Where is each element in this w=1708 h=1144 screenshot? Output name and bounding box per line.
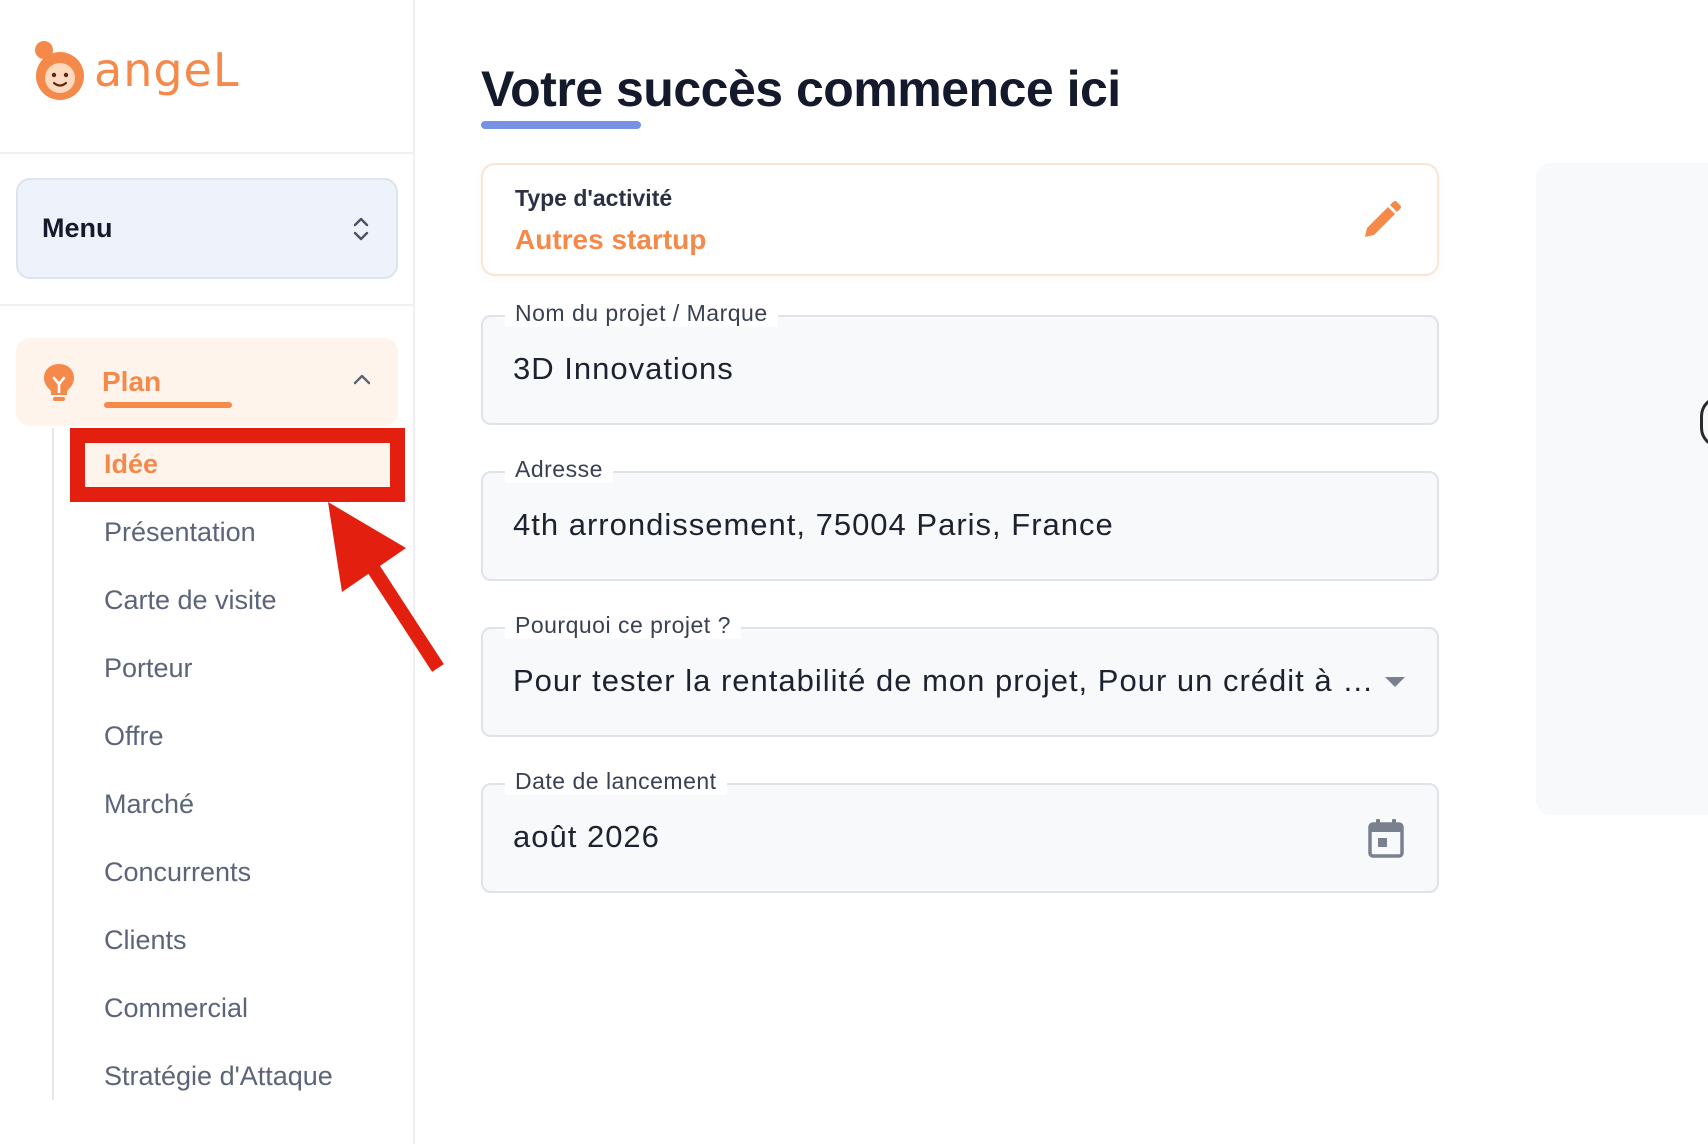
active-section-underline bbox=[104, 402, 232, 408]
sidebar-item-porteur[interactable]: Porteur bbox=[104, 634, 333, 702]
chevron-updown-icon bbox=[353, 217, 369, 240]
sidebar-item-carte-de-visite[interactable]: Carte de visite bbox=[104, 566, 333, 634]
project-name-value[interactable]: 3D Innovations bbox=[513, 351, 734, 387]
why-project-label: Pourquoi ce projet ? bbox=[505, 612, 741, 646]
side-panel bbox=[1536, 163, 1708, 815]
sidebar-item-presentation[interactable]: Présentation bbox=[104, 498, 333, 566]
pencil-icon[interactable] bbox=[1359, 199, 1403, 243]
why-project-select[interactable]: Pourquoi ce projet ? Pour tester la rent… bbox=[481, 612, 1439, 737]
divider bbox=[0, 304, 415, 306]
title-underline bbox=[481, 121, 641, 129]
project-name-field[interactable]: Nom du projet / Marque 3D Innovations bbox=[481, 300, 1439, 425]
why-project-value[interactable]: Pour tester la rentabilité de mon projet… bbox=[513, 663, 1374, 699]
activity-type-value: Autres startup bbox=[515, 224, 707, 255]
submenu-list: Idée Présentation Carte de visite Porteu… bbox=[104, 430, 333, 1110]
address-value[interactable]: 4th arrondissement, 75004 Paris, France bbox=[513, 507, 1114, 543]
address-label: Adresse bbox=[505, 456, 613, 490]
submenu-guide-line bbox=[52, 428, 54, 1100]
brand-name: angeL bbox=[94, 43, 240, 97]
sidebar-item-clients[interactable]: Clients bbox=[104, 906, 333, 974]
angel-mascot-icon bbox=[35, 41, 84, 100]
sidebar-item-strategie-attaque[interactable]: Stratégie d'Attaque bbox=[104, 1042, 333, 1110]
launch-date-field[interactable]: Date de lancement août 2026 bbox=[481, 768, 1439, 893]
menu-select[interactable]: Menu bbox=[16, 178, 398, 279]
launch-date-label: Date de lancement bbox=[505, 768, 727, 802]
divider bbox=[0, 152, 415, 154]
chevron-up-icon[interactable] bbox=[352, 372, 372, 386]
sidebar-item-concurrents[interactable]: Concurrents bbox=[104, 838, 333, 906]
calendar-icon[interactable] bbox=[1367, 817, 1405, 859]
sidebar-item-commercial[interactable]: Commercial bbox=[104, 974, 333, 1042]
lightbulb-icon bbox=[44, 364, 74, 401]
page-title: Votre succès commence ici bbox=[481, 61, 1121, 117]
activity-type-label: Type d'activité bbox=[515, 185, 673, 211]
project-name-label: Nom du projet / Marque bbox=[505, 300, 778, 334]
menu-label: Menu bbox=[42, 213, 113, 243]
sidebar-section-plan[interactable]: Plan bbox=[16, 338, 398, 426]
launch-date-value[interactable]: août 2026 bbox=[513, 819, 660, 855]
address-field[interactable]: Adresse 4th arrondissement, 75004 Paris,… bbox=[481, 456, 1439, 581]
activity-type-card: Type d'activité Autres startup bbox=[481, 163, 1439, 276]
caret-down-icon[interactable] bbox=[1385, 677, 1405, 687]
sidebar-item-marche[interactable]: Marché bbox=[104, 770, 333, 838]
sidebar-section-label: Plan bbox=[102, 366, 162, 397]
brand-logo[interactable]: angeL bbox=[30, 30, 239, 110]
annotation-highlight-box bbox=[70, 428, 405, 502]
sidebar-item-offre[interactable]: Offre bbox=[104, 702, 333, 770]
annotation-arrow-icon bbox=[328, 502, 444, 672]
